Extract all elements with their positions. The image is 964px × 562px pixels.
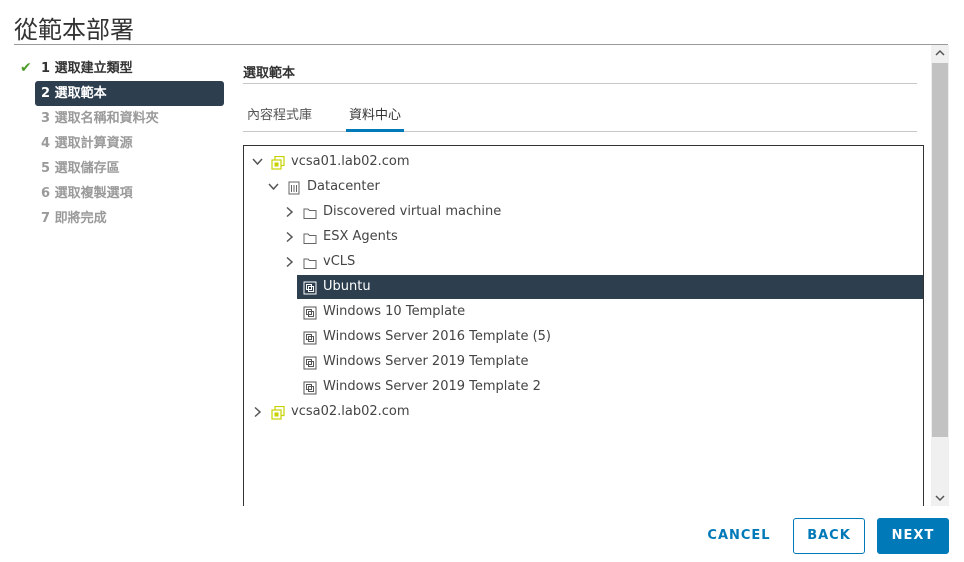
step-label: 6 選取複製選項 — [41, 186, 133, 201]
chevron-down-icon[interactable] — [266, 175, 280, 199]
vm-template-icon — [303, 305, 317, 320]
tree-node-template-windows-10[interactable]: Windows 10 Template — [244, 300, 923, 324]
scroll-up-icon[interactable] — [931, 45, 949, 61]
vm-template-icon — [303, 355, 317, 370]
step-select-storage: 5 選取儲存區 — [20, 156, 226, 181]
step-select-clone-options: 6 選取複製選項 — [20, 181, 226, 206]
tree-node-label: Datacenter — [307, 179, 380, 194]
inventory-tree: vcsa01.lab02.com Datacenter Discovered v… — [243, 145, 924, 506]
step-label: 2 選取範本 — [41, 86, 107, 101]
folder-icon — [303, 230, 317, 244]
step-label: 3 選取名稱和資料夾 — [41, 111, 159, 126]
tree-node-label: ESX Agents — [323, 229, 398, 244]
tree-node-template-ws2019-2[interactable]: Windows Server 2019 Template 2 — [244, 375, 923, 399]
tree-node-datacenter[interactable]: Datacenter — [244, 175, 923, 199]
step-label: 7 即將完成 — [41, 211, 107, 226]
chevron-right-icon[interactable] — [250, 400, 264, 424]
folder-icon — [303, 255, 317, 269]
chevron-right-icon[interactable] — [282, 250, 296, 274]
dialog-title: 從範本部署 — [14, 16, 134, 44]
step-label: 5 選取儲存區 — [41, 161, 120, 176]
wizard-steps: ✔ 1 選取建立類型 2 選取範本 3 選取名稱和資料夾 4 選取計算資源 5 … — [20, 56, 226, 231]
step-select-template[interactable]: 2 選取範本 — [35, 81, 224, 106]
tree-node-vcsa01[interactable]: vcsa01.lab02.com — [244, 150, 923, 174]
vm-template-icon — [303, 380, 317, 395]
tree-node-template-ubuntu[interactable]: Ubuntu — [297, 275, 923, 299]
vcenter-icon — [271, 155, 285, 170]
datacenter-icon — [287, 180, 301, 195]
cancel-button[interactable]: CANCEL — [698, 518, 780, 554]
tree-node-label: vcsa01.lab02.com — [291, 154, 410, 169]
tree-node-label: vcsa02.lab02.com — [291, 404, 410, 419]
back-button[interactable]: BACK — [793, 518, 865, 554]
tree-node-template-ws2016[interactable]: Windows Server 2016 Template (5) — [244, 325, 923, 349]
tree-node-label: Windows 10 Template — [323, 304, 466, 319]
step-select-compute-resource: 4 選取計算資源 — [20, 131, 226, 156]
tree-node-label: Windows Server 2016 Template (5) — [323, 329, 552, 344]
tab-bar: 內容程式庫 資料中心 — [243, 104, 917, 132]
scroll-thumb[interactable] — [932, 63, 948, 437]
vcenter-icon — [271, 405, 285, 420]
next-button[interactable]: NEXT — [877, 518, 949, 554]
title-divider — [14, 44, 948, 45]
tree-node-template-ws2019[interactable]: Windows Server 2019 Template — [244, 350, 923, 374]
vertical-scrollbar[interactable] — [931, 45, 949, 506]
step-select-creation-type[interactable]: ✔ 1 選取建立類型 — [20, 56, 226, 81]
tab-content-library[interactable]: 內容程式庫 — [247, 104, 312, 131]
tree-node-label: vCLS — [323, 254, 356, 269]
folder-icon — [303, 205, 317, 219]
tree-node-folder-vcls[interactable]: vCLS — [244, 250, 923, 274]
step-label: 4 選取計算資源 — [41, 136, 133, 151]
tree-node-label: Discovered virtual machine — [323, 204, 502, 219]
tree-node-label: Ubuntu — [323, 279, 371, 294]
tree-node-folder-discovered[interactable]: Discovered virtual machine — [244, 200, 923, 224]
section-divider — [243, 83, 917, 84]
tree-node-label: Windows Server 2019 Template 2 — [323, 379, 541, 394]
tree-node-vcsa02[interactable]: vcsa02.lab02.com — [244, 400, 923, 424]
step-label: 1 選取建立類型 — [41, 61, 133, 76]
check-icon: ✔ — [20, 60, 32, 76]
vm-template-icon — [303, 280, 317, 295]
tab-datacenter[interactable]: 資料中心 — [346, 104, 405, 132]
chevron-right-icon[interactable] — [282, 225, 296, 249]
step-select-name-folder: 3 選取名稱和資料夾 — [20, 106, 226, 131]
chevron-right-icon[interactable] — [282, 200, 296, 224]
chevron-down-icon[interactable] — [250, 150, 264, 174]
tree-node-label: Windows Server 2019 Template — [323, 354, 529, 369]
step-ready-to-complete: 7 即將完成 — [20, 206, 226, 231]
section-title: 選取範本 — [243, 66, 296, 81]
tree-node-folder-esx-agents[interactable]: ESX Agents — [244, 225, 923, 249]
vm-template-icon — [303, 330, 317, 345]
scroll-down-icon[interactable] — [931, 490, 949, 506]
